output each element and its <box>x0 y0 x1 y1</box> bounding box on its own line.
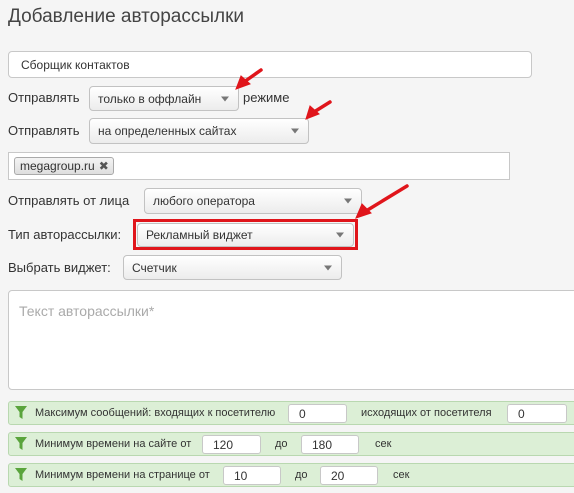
red-arrow-icon <box>235 68 409 219</box>
